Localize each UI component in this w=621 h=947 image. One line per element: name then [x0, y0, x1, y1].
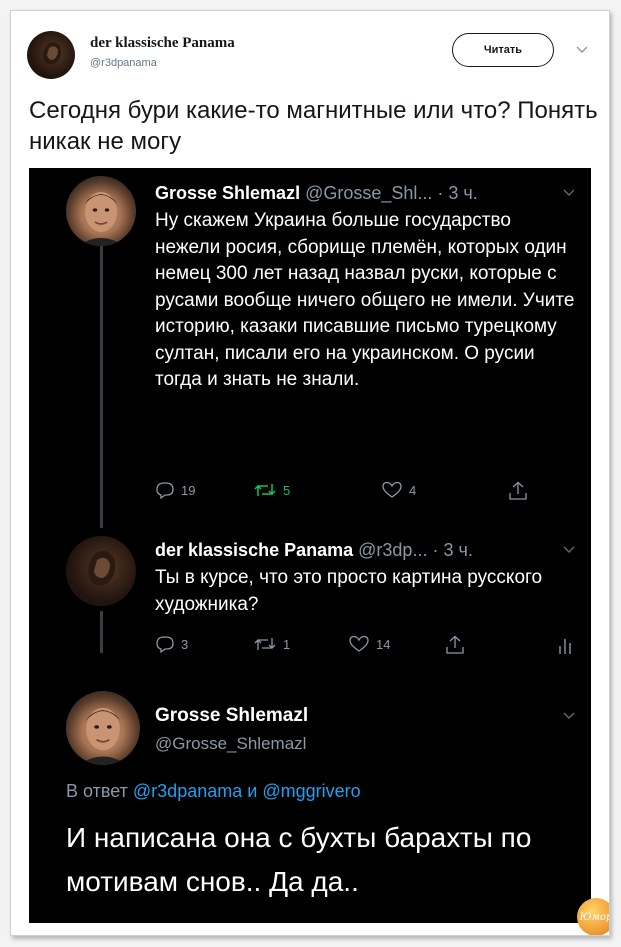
tweet1-text: Ну скажем Украина больше государство неж…: [155, 210, 575, 390]
reply-action[interactable]: 19: [155, 481, 195, 499]
chevron-down-icon[interactable]: [562, 545, 576, 555]
like-count: 4: [409, 482, 417, 498]
tweet-card: der klassische Panama @r3dpanama Читать …: [10, 10, 610, 936]
analytics-action[interactable]: [557, 635, 573, 655]
tweet3-name[interactable]: Grosse Shlemazl: [155, 705, 308, 727]
retweet-icon: [254, 638, 276, 650]
analytics-icon: [559, 639, 571, 654]
like-action[interactable]: 14: [348, 635, 390, 653]
watermark-logo: Юмор: [577, 898, 610, 935]
like-action[interactable]: 4: [381, 481, 416, 499]
tweet1-meta: @Grosse_Shl... · 3 ч.: [305, 183, 478, 203]
tweet2-name[interactable]: der klassische Panama: [155, 540, 353, 560]
tweet-text: Сегодня бури какие-то магнитные или что?…: [29, 97, 598, 155]
tweet1-actions: 19 5 4: [155, 481, 575, 503]
tweet1-header: Grosse Shlemazl @Grosse_Shl... · 3 ч.: [155, 183, 478, 204]
reply-user-link[interactable]: @mggrivero: [262, 781, 360, 801]
like-icon: [382, 481, 402, 498]
chevron-down-icon[interactable]: [576, 45, 588, 55]
retweet-action[interactable]: 1: [253, 635, 290, 653]
chevron-down-icon[interactable]: [562, 188, 576, 198]
author-handle[interactable]: @r3dpanama: [90, 57, 157, 69]
share-action[interactable]: [507, 481, 529, 501]
author-avatar[interactable]: [27, 31, 75, 79]
reply-icon: [156, 636, 174, 653]
share-icon: [509, 481, 527, 500]
watermark-text: Юмор: [579, 911, 610, 923]
chevron-down-icon[interactable]: [562, 711, 576, 721]
tweet1-name[interactable]: Grosse Shlemazl: [155, 183, 300, 203]
like-icon: [349, 635, 369, 652]
reply-count: 19: [181, 482, 196, 498]
thread-line: [100, 611, 103, 653]
reply-action[interactable]: 3: [155, 635, 188, 653]
tweet2-text: Ты в курсе, что это просто картина русск…: [155, 567, 543, 615]
reply-and: и: [247, 781, 258, 801]
reply-user-link[interactable]: @r3dpanama: [133, 781, 242, 801]
retweet-count: 1: [283, 636, 291, 652]
tweet3-handle[interactable]: @Grosse_Shlemazl: [155, 734, 306, 754]
share-action[interactable]: [444, 635, 466, 655]
panama-avatar[interactable]: [66, 536, 136, 606]
tweet2-header: der klassische Panama @r3dp... · 3 ч.: [155, 540, 473, 561]
author-name[interactable]: der klassische Panama: [90, 35, 235, 52]
retweet-action[interactable]: 5: [253, 481, 290, 499]
share-icon: [446, 635, 464, 654]
reply-prefix: В ответ: [66, 781, 128, 801]
reply-to-line: В ответ @r3dpanama и @mggrivero: [66, 781, 361, 802]
retweet-icon: [254, 484, 276, 496]
grosse-avatar[interactable]: [66, 176, 136, 246]
tweet2-actions: 3 1 14: [155, 635, 575, 657]
retweet-count: 5: [283, 482, 291, 498]
like-count: 14: [376, 636, 391, 652]
grosse-avatar[interactable]: [66, 691, 140, 765]
follow-button[interactable]: Читать: [452, 33, 554, 67]
reply-count: 3: [181, 636, 189, 652]
reply-icon: [156, 482, 174, 499]
thread-line: [100, 245, 103, 528]
tweet3-text: И написана она с бухты барахты по мотива…: [66, 822, 532, 897]
tweet2-meta: @r3dp... · 3 ч.: [358, 540, 473, 560]
embedded-screenshot: Grosse Shlemazl @Grosse_Shl... · 3 ч. Ну…: [29, 168, 609, 935]
